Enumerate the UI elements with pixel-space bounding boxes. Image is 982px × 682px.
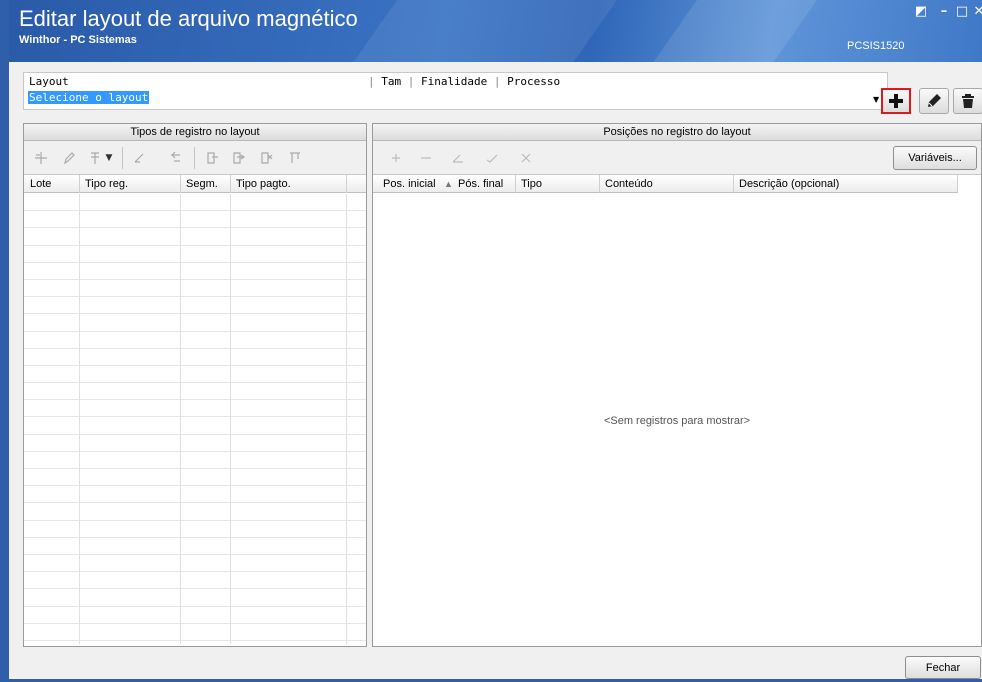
sort-ascending-icon: ▲ (444, 179, 453, 189)
col-segm[interactable]: Segm. (186, 178, 218, 190)
table-row[interactable] (24, 435, 366, 452)
col-lote[interactable]: Lote (30, 178, 51, 190)
add-position-icon[interactable] (387, 149, 405, 167)
table-row[interactable] (24, 349, 366, 366)
record-positions-toolbar: Variáveis... (373, 141, 981, 175)
add-layout-button[interactable] (881, 88, 911, 114)
col-conteudo[interactable]: Conteúdo (605, 178, 653, 190)
maximize-button[interactable]: □ (954, 4, 970, 20)
table-row[interactable] (24, 607, 366, 624)
table-row[interactable] (24, 228, 366, 246)
routine-code: PCSIS1520 (847, 40, 905, 52)
record-types-panel-title: Tipos de registro no layout (24, 124, 366, 141)
main-window: Editar layout de arquivo magnético Winth… (0, 0, 982, 682)
restore-button[interactable]: ◩ (913, 4, 929, 20)
edit-layout-button[interactable] (919, 88, 949, 114)
table-row[interactable] (24, 624, 366, 641)
empty-grid-message: <Sem registros para mostrar> (603, 415, 751, 427)
window-title: Editar layout de arquivo magnético (19, 6, 358, 31)
col-tipo[interactable]: Tipo (521, 178, 542, 190)
record-types-grid-header: Lote Tipo reg. Segm. Tipo pagto. (24, 175, 366, 193)
table-row[interactable] (24, 297, 366, 315)
processo-column-label: Processo (507, 75, 561, 88)
remove-position-icon[interactable] (417, 149, 435, 167)
table-row[interactable] (24, 383, 366, 401)
table-row[interactable] (24, 366, 366, 384)
finalidade-column-label: Finalidade (421, 75, 488, 88)
table-row[interactable] (24, 211, 366, 229)
table-row[interactable] (24, 572, 366, 590)
undo-record-icon[interactable] (166, 149, 184, 167)
layout-combobox[interactable]: Layout | Tam | Finalidade | Processo Sel… (23, 72, 888, 110)
add-record-icon[interactable] (32, 149, 50, 167)
table-row[interactable] (24, 263, 366, 280)
layout-selected-value[interactable]: Selecione o layout (28, 91, 150, 104)
close-window-button[interactable]: ✕ (971, 4, 982, 20)
table-row[interactable] (24, 246, 366, 263)
table-row[interactable] (24, 503, 366, 521)
layout-combo-header: Layout | Tam | Finalidade | Processo (24, 73, 887, 89)
table-row[interactable] (24, 538, 366, 555)
table-row[interactable] (24, 589, 366, 607)
insert-dropdown-icon[interactable]: ▼ (100, 149, 118, 167)
plus-icon (889, 94, 903, 108)
record-types-toolbar: ▼ (24, 141, 366, 175)
close-record-icon[interactable] (286, 149, 304, 167)
close-button[interactable]: Fechar (905, 656, 981, 679)
col-pos-inicial[interactable]: Pos. inicial (383, 178, 436, 190)
copy-record-icon[interactable] (204, 149, 222, 167)
title-banner: Editar layout de arquivo magnético Winth… (9, 0, 982, 62)
table-row[interactable] (24, 314, 366, 332)
combo-dropdown-arrow-icon[interactable]: ▼ (873, 95, 879, 104)
table-row[interactable] (24, 400, 366, 418)
table-row[interactable] (24, 332, 366, 349)
col-descricao[interactable]: Descrição (opcional) (739, 178, 839, 190)
delete-layout-button[interactable] (953, 88, 982, 114)
pencil-icon (928, 94, 941, 107)
record-positions-panel-title: Posições no registro do layout (373, 124, 981, 141)
col-pos-final[interactable]: Pós. final (458, 178, 503, 190)
table-row[interactable] (24, 469, 366, 487)
variables-button[interactable]: Variáveis... (893, 146, 977, 170)
record-types-rows (24, 194, 366, 641)
layout-columns-label: | Tam | Finalidade | Processo (368, 75, 561, 88)
table-row[interactable] (24, 555, 366, 573)
table-row[interactable] (24, 521, 366, 538)
minimize-button[interactable]: – (936, 4, 952, 20)
confirm-position-icon[interactable] (483, 149, 501, 167)
trash-icon (962, 94, 974, 108)
cancel-position-icon[interactable] (517, 149, 535, 167)
table-row[interactable] (24, 486, 366, 504)
layout-column-label: Layout (29, 75, 69, 88)
table-row[interactable] (24, 417, 366, 435)
edit-position-icon[interactable] (449, 149, 467, 167)
table-row[interactable] (24, 280, 366, 298)
move-record-icon[interactable] (130, 149, 148, 167)
col-tipo-reg[interactable]: Tipo reg. (85, 178, 128, 190)
col-tipo-pagto[interactable]: Tipo pagto. (236, 178, 291, 190)
edit-record-icon[interactable] (60, 149, 78, 167)
split-record-icon[interactable] (258, 149, 276, 167)
record-positions-grid-header: Pos. inicial ▲ Pós. final Tipo Conteúdo … (373, 175, 958, 193)
record-types-panel: Tipos de registro no layout ▼ Lote Tipo … (23, 123, 367, 647)
table-row[interactable] (24, 194, 366, 212)
paste-record-icon[interactable] (230, 149, 248, 167)
tam-column-label: Tam (381, 75, 402, 88)
record-positions-panel: Posições no registro do layout Variáveis… (372, 123, 982, 647)
window-subtitle: Winthor - PC Sistemas (19, 34, 137, 46)
table-row[interactable] (24, 452, 366, 469)
